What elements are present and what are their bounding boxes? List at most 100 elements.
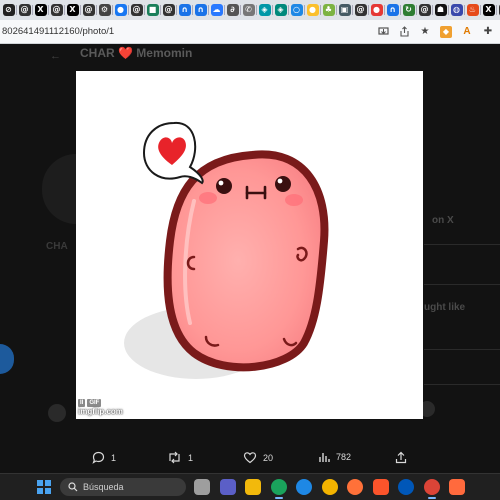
like-button[interactable]: 20	[243, 451, 273, 464]
puzzle-extensions-icon[interactable]: ✚	[482, 26, 494, 38]
profile-avatar[interactable]	[42, 154, 76, 224]
teams-icon[interactable]	[219, 479, 236, 495]
hot-icon[interactable]: ♨	[466, 4, 479, 16]
brave-icon[interactable]	[372, 479, 389, 495]
threads-icon[interactable]: @	[130, 4, 143, 16]
tab-separator	[320, 5, 321, 15]
gmail-icon[interactable]: ∩	[178, 4, 191, 16]
tab-separator	[112, 5, 113, 15]
threads-icon[interactable]: @	[18, 4, 31, 16]
taskbar-search-box[interactable]: Búsqueda	[60, 478, 186, 496]
sync-icon[interactable]: ↻	[402, 4, 415, 16]
x-logo-icon[interactable]: ⊘	[2, 4, 15, 16]
like-count: 20	[263, 452, 274, 463]
threads-icon[interactable]: @	[50, 4, 63, 16]
globe-icon[interactable]: ◍	[450, 4, 463, 16]
tab-separator	[240, 5, 241, 15]
record-icon[interactable]: ●	[370, 4, 383, 16]
tab-separator	[336, 5, 337, 15]
reply-button[interactable]: 1	[92, 451, 116, 464]
tab-separator	[480, 5, 481, 15]
cloud-icon[interactable]: ☁	[210, 4, 223, 16]
left-blush	[199, 192, 217, 204]
translate-icon[interactable]: A	[461, 26, 473, 38]
pause-chip[interactable]: II	[78, 399, 86, 407]
tab-separator	[96, 5, 97, 15]
circle-icon[interactable]: ○	[290, 4, 303, 16]
media-viewer-gif[interactable]: II GIF imgflip.com	[76, 71, 423, 419]
tab-separator	[384, 5, 385, 15]
profile-name: CHA	[46, 241, 68, 252]
sidebar-heading-2: ught like	[424, 302, 466, 313]
task-view-icon[interactable]	[194, 479, 210, 495]
shield-icon[interactable]: ◈	[258, 4, 271, 16]
search-icon	[68, 482, 78, 492]
chrome-icon[interactable]	[423, 479, 440, 499]
edge-icon[interactable]	[270, 479, 287, 499]
tab-separator	[288, 5, 289, 15]
divider	[424, 349, 500, 350]
views-count: 782	[336, 452, 352, 462]
repost-icon	[169, 451, 180, 464]
url-text[interactable]: 802641491112160/photo/1	[0, 26, 377, 37]
tab-separator	[16, 5, 17, 15]
windows-taskbar: Búsqueda	[0, 473, 500, 500]
share-icon[interactable]	[398, 26, 410, 38]
upload-share-icon	[395, 451, 407, 464]
store-icon[interactable]	[296, 479, 312, 495]
threads-icon[interactable]: @	[418, 4, 431, 16]
x-logo-icon[interactable]: X	[482, 4, 495, 16]
tab-separator	[224, 5, 225, 15]
loop-icon[interactable]: ∂	[226, 4, 239, 16]
tab-separator	[208, 5, 209, 15]
gif-badge: II GIF imgflip.com	[78, 399, 123, 417]
share-button[interactable]	[395, 451, 407, 464]
tab-separator	[416, 5, 417, 15]
mask-icon[interactable]: ☗	[434, 4, 447, 16]
bookmark-star-icon[interactable]: ★	[419, 26, 431, 38]
gmail-icon[interactable]: ∩	[386, 4, 399, 16]
firefox-icon[interactable]	[347, 479, 363, 495]
browser-tab-strip: ⊘@X@X@⚙●@■@∩∩☁∂✆◈◈○●♣▣@●∩↻@☗◍♨X@✲@	[0, 0, 500, 20]
back-arrow-icon[interactable]: ←	[50, 50, 61, 62]
shield-icon[interactable]: ◈	[274, 4, 287, 16]
key-icon[interactable]: ✆	[242, 4, 255, 16]
settings-icon[interactable]: ⚙	[98, 4, 111, 16]
repost-button[interactable]: 1	[167, 451, 193, 464]
potato-illustration	[124, 121, 329, 379]
film-icon[interactable]: ▣	[338, 4, 351, 16]
avatar[interactable]	[48, 404, 66, 422]
extension-icon[interactable]: ◆	[440, 25, 452, 38]
floating-post-button[interactable]	[0, 344, 14, 374]
watermark-text: imgflip.com	[78, 407, 123, 416]
heart-speech-bubble-icon	[142, 121, 204, 185]
tab-separator	[400, 5, 401, 15]
threads-icon[interactable]: @	[354, 4, 367, 16]
tab-separator	[368, 5, 369, 15]
threads-icon[interactable]: @	[162, 4, 175, 16]
ball-icon[interactable]: ●	[306, 4, 319, 16]
install-icon[interactable]	[377, 26, 389, 38]
x-logo-icon[interactable]: X	[66, 4, 79, 16]
vpn-icon[interactable]	[398, 479, 414, 495]
x-logo-icon[interactable]: X	[34, 4, 47, 16]
green-square-icon[interactable]: ■	[146, 4, 159, 16]
divider	[424, 384, 500, 385]
tab-separator	[48, 5, 49, 15]
tab-separator	[304, 5, 305, 15]
repost-count: 1	[188, 452, 194, 463]
chrome-canary-icon[interactable]	[321, 479, 338, 495]
threads-icon[interactable]: @	[82, 4, 95, 16]
tab-separator	[160, 5, 161, 15]
blue-circle-icon[interactable]: ●	[114, 4, 127, 16]
tab-separator	[464, 5, 465, 15]
windows-start-icon[interactable]	[37, 480, 51, 494]
file-explorer-icon[interactable]	[245, 479, 261, 495]
views-button[interactable]: 782	[318, 451, 351, 463]
address-bar[interactable]: 802641491112160/photo/1 ★ ◆ A ✚	[0, 20, 500, 44]
tab-separator	[128, 5, 129, 15]
post-action-bar: 1 1 20 782	[0, 447, 500, 471]
brave-beta-icon[interactable]	[449, 479, 465, 495]
leaf-icon[interactable]: ♣	[322, 4, 335, 16]
gmail-icon[interactable]: ∩	[194, 4, 207, 16]
